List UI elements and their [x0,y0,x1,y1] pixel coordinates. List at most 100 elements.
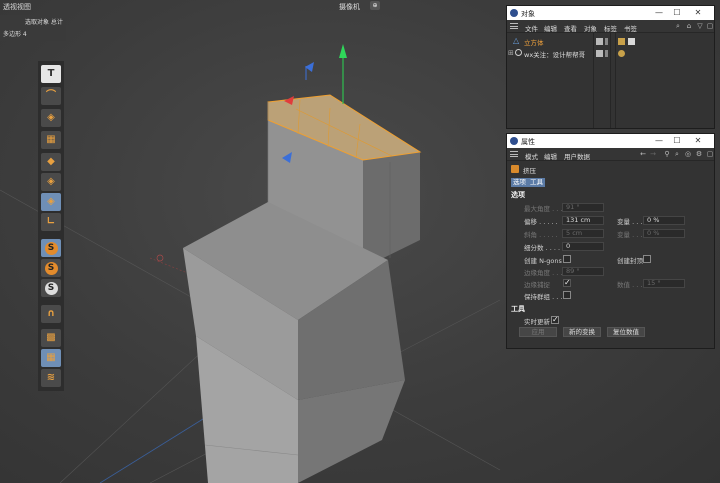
bevel-field[interactable]: 5 cm [562,229,604,238]
toolbar-button[interactable]: ⌒ [41,87,61,105]
tab-options[interactable]: 选项 [511,178,528,187]
toolbar-button[interactable]: ∩ [41,305,61,323]
new-window-icon[interactable]: ▢ [706,150,714,158]
snap-tool-icon-1: S [44,241,58,255]
create-caps-checkbox[interactable] [643,255,651,263]
new-window-icon[interactable]: ▢ [706,22,714,30]
object-name[interactable]: 立方体 [524,37,544,47]
count-field[interactable]: 15 ° [643,279,685,288]
render-dot-icon[interactable] [605,38,608,45]
minimize-icon[interactable]: — [653,8,665,18]
attributes-menubar: 模式 编辑 用户数据 ← → ⚲ ⌕ ◎ ⚙ ▢ [507,148,714,161]
viewport-nav-icon[interactable]: ⊕ [370,1,380,10]
section-options-heading: 选项 [511,191,525,199]
grid-tool-icon: ▩ [46,332,56,343]
extrude-tool-icon [511,165,519,173]
object-row-note[interactable]: ⊞ wx关注：设计帮帮哥 [507,48,714,59]
toolbar-button[interactable]: ▩ [41,329,61,347]
null-object-icon [515,49,522,56]
attributes-titlebar[interactable]: 属性 — ☐ ✕ [507,134,714,148]
snap-tool-icon-2: S [44,261,58,275]
toolbar-button[interactable]: ◈ [41,173,61,191]
create-ngons-checkbox[interactable] [563,255,571,263]
back-arrow-icon[interactable]: ← [639,150,647,158]
bevel-label: 斜角 . . . . . [524,231,558,239]
spline-tool-icon: ⌒ [46,90,56,101]
layer-tool-icon: ≋ [46,372,56,383]
cinema4d-logo-icon [510,137,518,145]
objects-window[interactable]: 对象 — ☐ ✕ 文件 编辑 查看 对象 标签 书签 ⌕ ⌂ ▽ ▢ △ 立方体… [506,5,715,129]
max-angle-label: 最大角度 . . . [524,205,563,213]
search-icon[interactable]: ⌕ [674,22,682,30]
checker-tag-icon[interactable] [628,38,635,45]
menu-mode[interactable]: 模式 [525,151,538,161]
visibility-check-icon[interactable] [596,50,603,57]
hamburger-menu-icon[interactable] [510,23,518,29]
forward-arrow-icon[interactable]: → [649,150,657,158]
cube-generator-icon: ◈ [47,112,55,123]
menu-bookmarks[interactable]: 书签 [624,23,637,33]
maximize-icon[interactable]: ☐ [671,136,683,146]
minimize-icon[interactable]: — [653,136,665,146]
variance-field[interactable]: 0 % [643,216,685,225]
toolbar-button[interactable]: S [41,279,61,297]
close-icon[interactable]: ✕ [692,8,704,18]
tab-tool[interactable]: 工具 [528,178,545,187]
reset-values-button[interactable]: 复位数值 [607,327,645,337]
toolbar-button[interactable]: ▦ [41,131,61,149]
edge-snap-checkbox[interactable] [563,278,571,287]
toolbar-button[interactable]: T [41,65,61,83]
cinema4d-logo-icon [510,9,518,17]
extrude-object-icon: △ [513,36,520,45]
disabled-tag-icon[interactable] [618,50,625,57]
toolbar-button[interactable]: S [41,259,61,277]
toolbar-button[interactable]: ≋ [41,369,61,387]
menu-view[interactable]: 查看 [564,23,577,33]
variance2-field[interactable]: 0 % [643,229,685,238]
settings-icon[interactable]: ⚙ [695,150,703,158]
camera-menu[interactable]: 摄像机 [339,2,360,12]
history-icon[interactable]: ◎ [684,150,692,158]
objects-titlebar[interactable]: 对象 — ☐ ✕ [507,6,714,20]
filter-icon[interactable]: ▽ [696,22,704,30]
toolbar-button[interactable]: ◆ [41,153,61,171]
render-dot-icon[interactable] [605,50,608,57]
toolbar-button[interactable]: ◈ [41,193,61,211]
object-name[interactable]: wx关注：设计帮帮哥 [524,49,585,59]
max-angle-field[interactable]: 91 ° [562,203,604,212]
toolbar-button[interactable]: ◈ [41,109,61,127]
menu-user-data[interactable]: 用户数据 [564,151,590,161]
search-icon[interactable]: ⌕ [673,150,681,158]
toolbar-button[interactable]: ∟ [41,213,61,231]
realtime-update-checkbox[interactable] [551,315,559,324]
toolbar-button[interactable]: S [41,239,61,257]
close-icon[interactable]: ✕ [692,136,704,146]
toolbar-button[interactable]: ▦ [41,349,61,367]
y-axis-arrow-icon[interactable] [339,44,347,58]
objects-title: 对象 [521,10,535,18]
keep-groups-checkbox[interactable] [563,291,571,299]
offset-label: 偏移 . . . . . [524,218,558,226]
hamburger-menu-icon[interactable] [510,151,518,157]
variance2-label: 变量 . . . [617,231,643,239]
material-tag-icon[interactable] [618,38,625,45]
edge-angle-field[interactable]: 89 ° [562,267,604,276]
lock-icon[interactable]: ⚲ [663,150,671,158]
attributes-title: 属性 [521,138,535,146]
left-toolbar: T ⌒ ◈ ▦ ◆ ◈ ◈ ∟ S S S ∩ ▩ ▦ ≋ [38,61,64,391]
subdivision-field[interactable]: 0 [562,242,604,251]
expand-icon[interactable]: ⊞ [508,49,514,57]
home-icon[interactable]: ⌂ [685,22,693,30]
visibility-check-icon[interactable] [596,38,603,45]
apply-button[interactable]: 应用 [519,327,557,337]
new-transform-button[interactable]: 新的变换 [563,327,601,337]
object-row-cube[interactable]: △ 立方体 [507,36,714,47]
menu-edit[interactable]: 编辑 [544,151,557,161]
maximize-icon[interactable]: ☐ [671,8,683,18]
menu-tags[interactable]: 标签 [604,23,617,33]
offset-field[interactable]: 131 cm [562,216,604,225]
attributes-window[interactable]: 属性 — ☐ ✕ 模式 编辑 用户数据 ← → ⚲ ⌕ ◎ ⚙ ▢ 挤压 选项 … [506,133,715,349]
menu-object[interactable]: 对象 [584,23,597,33]
menu-edit[interactable]: 编辑 [544,23,557,33]
menu-file[interactable]: 文件 [525,23,538,33]
